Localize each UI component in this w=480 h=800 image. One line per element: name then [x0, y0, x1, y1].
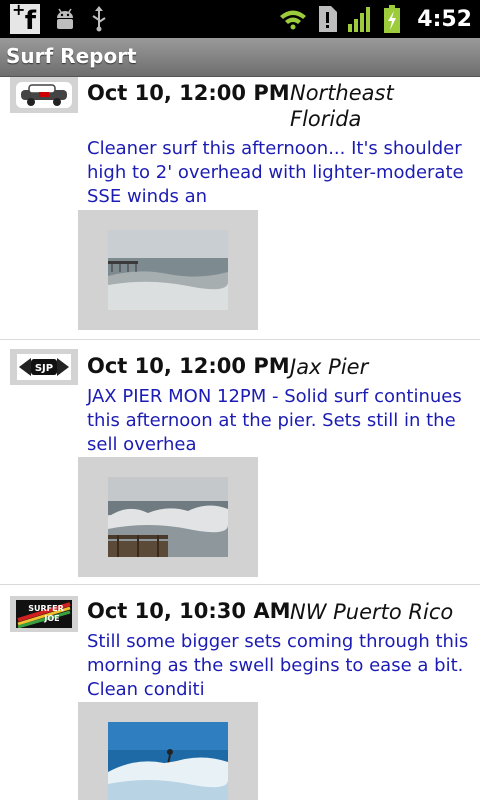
source-logo: SJP	[10, 349, 78, 385]
battery-charging-icon	[384, 5, 401, 33]
report-datetime: Oct 10, 12:00 PM	[87, 81, 290, 105]
list-item[interactable]: SURFER JOE Oct 10, 10:30 AM NW Puerto Ri…	[0, 585, 480, 800]
report-location: Northeast Florida	[290, 81, 394, 131]
usb-icon	[92, 6, 106, 32]
surf-photo	[108, 477, 228, 557]
svg-text:SJP: SJP	[35, 363, 53, 374]
surf-photo	[108, 230, 228, 310]
source-logo	[10, 77, 78, 113]
report-datetime: Oct 10, 12:00 PM	[87, 354, 290, 378]
logo-car-icon	[21, 84, 67, 106]
report-location: NW Puerto Rico	[290, 600, 454, 624]
signal-icon	[348, 7, 371, 32]
status-bar-system: 4:52	[279, 4, 472, 34]
report-list[interactable]: Oct 10, 12:00 PM Northeast Florida Clean…	[0, 77, 480, 800]
source-logo: SURFER JOE	[10, 596, 78, 632]
status-bar: + f 4:52	[0, 0, 480, 38]
report-thumbnail[interactable]	[78, 702, 258, 800]
svg-text:SURFER: SURFER	[28, 604, 64, 613]
logo-sjp-icon: SJP	[19, 358, 69, 376]
report-thumbnail[interactable]	[78, 210, 258, 330]
list-item[interactable]: SJP Oct 10, 12:00 PM Jax Pier JAX PIER M…	[0, 340, 480, 585]
status-bar-notifications: + f	[10, 2, 108, 34]
alert-icon	[319, 6, 338, 32]
wifi-icon	[280, 10, 307, 30]
report-location: Jax Pier	[290, 355, 369, 379]
report-datetime: Oct 10, 10:30 AM	[87, 599, 291, 623]
android-debug-icon	[57, 8, 73, 29]
clock: 4:52	[417, 6, 472, 32]
list-item[interactable]: Oct 10, 12:00 PM Northeast Florida Clean…	[0, 77, 480, 340]
report-summary: Cleaner surf this afternoon... It's shou…	[87, 138, 464, 207]
facebook-notification-icon: + f	[10, 2, 40, 34]
app-title-bar: Surf Report	[0, 38, 480, 77]
report-summary: Still some bigger sets coming through th…	[87, 631, 469, 700]
svg-text:JOE: JOE	[43, 614, 59, 623]
report-thumbnail[interactable]	[78, 457, 258, 577]
surf-photo	[108, 722, 228, 800]
report-summary: JAX PIER MON 12PM - Solid surf continues…	[87, 386, 462, 455]
logo-surfer-joe-icon: SURFER JOE	[16, 600, 72, 628]
page-title: Surf Report	[6, 44, 137, 68]
